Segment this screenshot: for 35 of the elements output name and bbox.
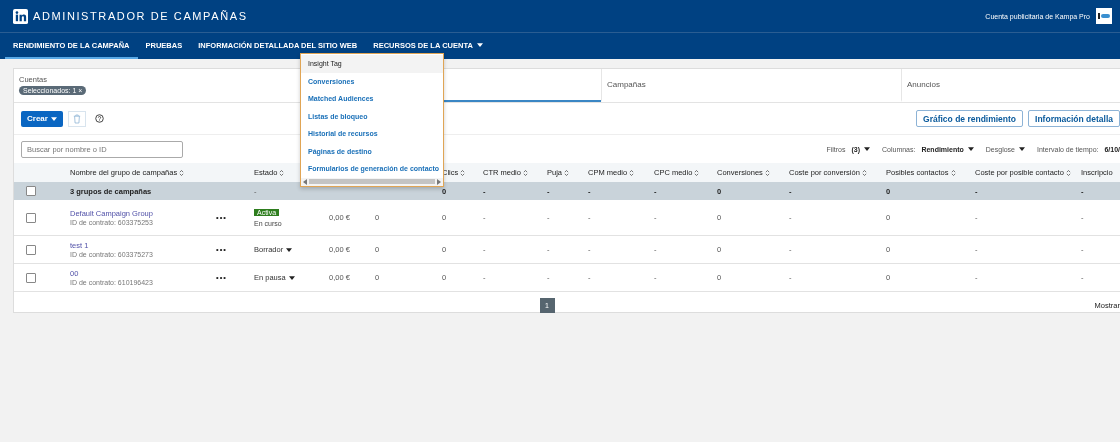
- outline-button[interactable]: Gráfico de rendimiento: [916, 110, 1024, 127]
- caret-icon: [288, 275, 295, 280]
- account-logo-icon: [1096, 8, 1112, 24]
- checkbox[interactable]: [26, 244, 36, 255]
- sort-icon: [861, 168, 867, 177]
- sort-icon: [564, 168, 569, 177]
- caret-icon: [476, 43, 483, 47]
- sort-icon: [764, 168, 770, 177]
- trash-icon: [72, 113, 81, 124]
- entity-tab[interactable]: Anuncios: [901, 69, 1120, 102]
- sort-icon: [522, 168, 528, 177]
- sort-icon: [179, 168, 185, 177]
- logo-icon: [13, 8, 28, 24]
- sort-icon: [279, 168, 285, 177]
- entity-tab[interactable]: Campañas: [601, 69, 901, 102]
- sort-icon: [629, 168, 635, 177]
- outline-button[interactable]: Información detalla: [1028, 110, 1120, 127]
- create-button[interactable]: Crear: [21, 110, 63, 127]
- scroll-left-icon: [303, 178, 307, 185]
- caret-icon: [50, 116, 57, 121]
- scroll-right-icon: [437, 178, 441, 185]
- sort-icon: [694, 168, 700, 177]
- sort-icon: [950, 168, 956, 177]
- sort-icon: [1065, 168, 1071, 177]
- scrollbar[interactable]: [301, 177, 443, 186]
- caret-icon: [967, 147, 974, 151]
- checkbox[interactable]: [26, 186, 36, 196]
- sort-icon: [460, 168, 466, 177]
- caret-icon: [1019, 147, 1025, 151]
- app-title: ADMINISTRADOR DE CAMPAÑAS: [33, 10, 248, 22]
- checkbox[interactable]: [26, 212, 36, 223]
- checkbox[interactable]: [26, 272, 36, 283]
- help-icon[interactable]: [94, 114, 104, 123]
- caret-icon: [286, 247, 293, 252]
- caret-icon: [864, 147, 870, 151]
